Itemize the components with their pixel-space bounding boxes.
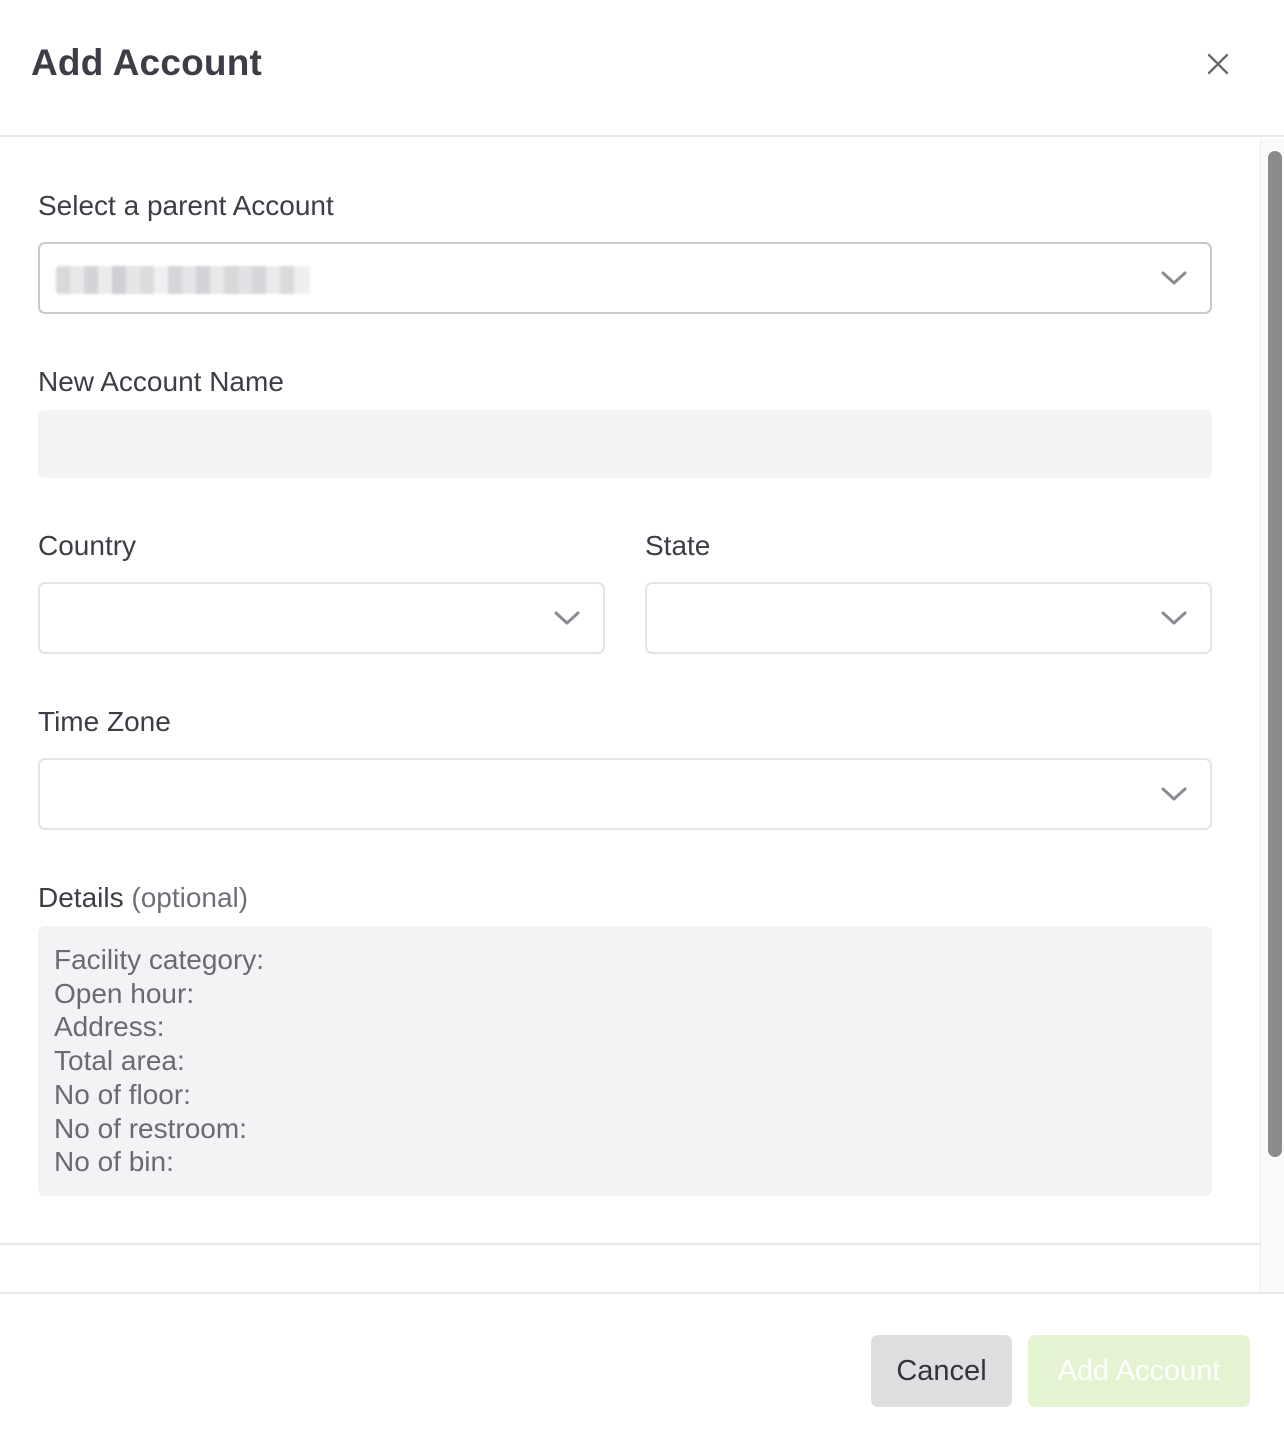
scrollbar-track[interactable] <box>1260 139 1284 1292</box>
country-select[interactable] <box>38 582 605 654</box>
modal-body: Select a parent Account ██████ ██████ Ne… <box>0 139 1260 1292</box>
modal-title: Add Account <box>31 42 263 83</box>
details-line: Total area: <box>54 1045 185 1077</box>
parent-account-select[interactable]: ██████ ██████ <box>38 242 1212 314</box>
cancel-button[interactable]: Cancel <box>871 1335 1012 1407</box>
account-name-label: New Account Name <box>38 366 284 397</box>
details-textarea[interactable]: Facility category: Open hour: Address: T… <box>38 926 1212 1196</box>
state-select[interactable] <box>645 582 1212 654</box>
modal-header: Add Account <box>0 0 1284 137</box>
details-line: Facility category: <box>54 944 265 975</box>
parent-account-value: ██████ ██████ <box>56 266 310 294</box>
details-line: No of restroom: <box>54 1112 247 1144</box>
time-zone-label: Time Zone <box>38 706 171 737</box>
state-label: State <box>645 530 711 561</box>
chevron-down-icon <box>554 611 580 625</box>
time-zone-select[interactable] <box>38 758 1212 830</box>
country-label: Country <box>38 530 137 561</box>
details-optional-label: (optional) <box>131 882 249 913</box>
body-divider <box>0 1243 1260 1245</box>
parent-account-label: Select a parent Account <box>38 190 334 221</box>
modal-footer: Cancel Add Account <box>0 1292 1284 1440</box>
add-account-button[interactable]: Add Account <box>1028 1335 1250 1407</box>
details-label-text: Details <box>38 882 124 913</box>
chevron-down-icon <box>1161 787 1187 801</box>
account-name-input[interactable] <box>38 410 1212 478</box>
details-line: No of bin: <box>54 1146 174 1178</box>
close-icon <box>1207 53 1229 75</box>
close-button[interactable] <box>1196 42 1240 86</box>
details-label: Details (optional) <box>38 882 248 914</box>
chevron-down-icon <box>1161 611 1187 625</box>
details-line: Address: <box>54 1011 165 1043</box>
scrollbar-thumb[interactable] <box>1268 151 1282 1157</box>
details-line: No of floor: <box>54 1078 191 1110</box>
details-line: Open hour: <box>54 977 195 1009</box>
chevron-down-icon <box>1161 271 1187 285</box>
